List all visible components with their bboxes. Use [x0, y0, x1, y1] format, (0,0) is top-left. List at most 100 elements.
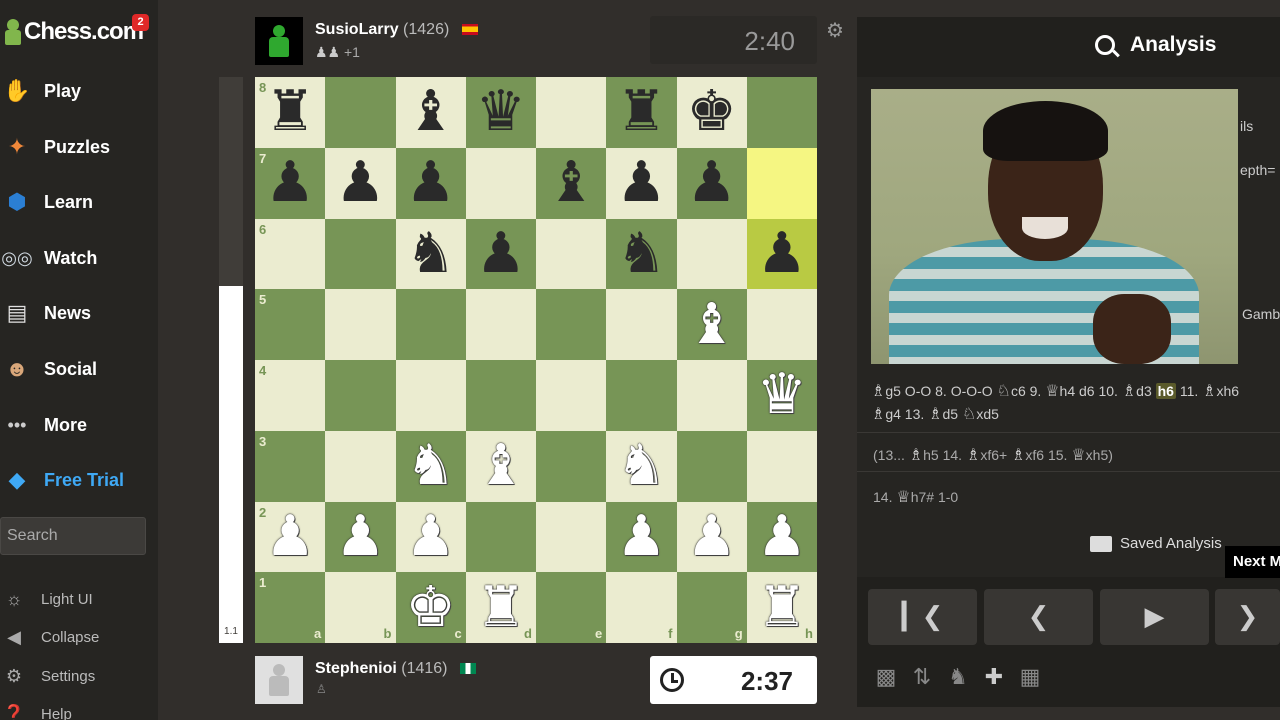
- square-b5[interactable]: [325, 289, 396, 360]
- square-b1[interactable]: b: [325, 572, 396, 643]
- square-d2[interactable]: [465, 501, 536, 573]
- square-b6[interactable]: [325, 218, 396, 290]
- footer-item-light-ui[interactable]: ☼ Light UI: [0, 583, 158, 615]
- play-button[interactable]: ▶: [1100, 589, 1209, 645]
- variation-text[interactable]: (13... ♗h5 14. ♗xf6+ ♗xf6 15. ♕xh5): [873, 445, 1113, 464]
- square-b4[interactable]: [325, 360, 396, 431]
- black-knight-piece[interactable]: ♞: [606, 219, 676, 290]
- black-rook-piece[interactable]: ♜: [606, 77, 676, 148]
- next-move-button[interactable]: ❯: [1215, 589, 1280, 645]
- square-a6[interactable]: 6: [255, 218, 326, 290]
- bottom-player-info[interactable]: Stephenioi (1416): [315, 660, 476, 678]
- square-b2[interactable]: ♟: [325, 501, 396, 573]
- white-pawn-piece[interactable]: ♟: [325, 502, 395, 573]
- square-d4[interactable]: [465, 360, 536, 431]
- white-pawn-piece[interactable]: ♟: [606, 502, 676, 573]
- square-a7[interactable]: 7 ♟: [255, 147, 326, 219]
- footer-item-help[interactable]: ❓ Help: [0, 698, 158, 720]
- square-f4[interactable]: [606, 360, 677, 431]
- sidebar-item-social[interactable]: ☻ Social: [0, 347, 158, 391]
- final-move-text[interactable]: 14. ♕h7# 1-0: [873, 487, 958, 506]
- square-a1[interactable]: 1a: [255, 572, 326, 643]
- square-g6[interactable]: [676, 218, 747, 290]
- white-knight-piece[interactable]: ♞: [396, 431, 466, 502]
- top-player-name[interactable]: SusioLarry: [315, 21, 399, 38]
- square-f8[interactable]: ♜: [606, 77, 677, 148]
- white-queen-piece[interactable]: ♛: [747, 360, 817, 431]
- square-c6[interactable]: ♞: [395, 218, 466, 290]
- black-rook-piece[interactable]: ♜: [255, 77, 325, 148]
- black-pawn-piece[interactable]: ♟: [396, 148, 466, 219]
- square-e6[interactable]: [536, 218, 607, 290]
- black-pawn-piece[interactable]: ♟: [677, 148, 747, 219]
- square-c8[interactable]: ♝: [395, 77, 466, 148]
- add-icon[interactable]: ✚: [981, 665, 1007, 691]
- square-a3[interactable]: 3: [255, 430, 326, 502]
- black-knight-piece[interactable]: ♞: [396, 219, 466, 290]
- square-h8[interactable]: [746, 77, 817, 148]
- square-d3[interactable]: ♝: [465, 430, 536, 502]
- white-king-piece[interactable]: ♚: [396, 572, 466, 643]
- chesscom-logo[interactable]: Chess.com: [4, 14, 144, 50]
- black-queen-piece[interactable]: ♛: [466, 77, 536, 148]
- top-player-info[interactable]: SusioLarry (1426): [315, 21, 478, 39]
- pieces-setup-icon[interactable]: ♞: [945, 665, 971, 691]
- square-c7[interactable]: ♟: [395, 147, 466, 219]
- square-h2[interactable]: ♟: [746, 501, 817, 573]
- top-player-avatar[interactable]: [255, 17, 303, 65]
- square-a8[interactable]: 8 ♜: [255, 77, 326, 148]
- square-e8[interactable]: [536, 77, 607, 148]
- sidebar-item-more[interactable]: ••• More: [0, 403, 158, 447]
- white-pawn-piece[interactable]: ♟: [677, 502, 747, 573]
- white-pawn-piece[interactable]: ♟: [255, 502, 325, 573]
- bottom-player-avatar[interactable]: [255, 656, 303, 704]
- square-d7[interactable]: [465, 147, 536, 219]
- square-c5[interactable]: [395, 289, 466, 360]
- square-h7[interactable]: [746, 147, 817, 219]
- square-g3[interactable]: [676, 430, 747, 502]
- square-f7[interactable]: ♟: [606, 147, 677, 219]
- sidebar-item-news[interactable]: ▤ News: [0, 291, 158, 335]
- footer-item-collapse[interactable]: ◀ Collapse: [0, 621, 158, 653]
- square-c4[interactable]: [395, 360, 466, 431]
- notification-badge[interactable]: 2: [132, 14, 149, 31]
- square-b8[interactable]: [325, 77, 396, 148]
- square-g2[interactable]: ♟: [676, 501, 747, 573]
- square-e3[interactable]: [536, 430, 607, 502]
- square-e1[interactable]: e: [536, 572, 607, 643]
- flip-board-icon[interactable]: ⇅: [909, 665, 935, 691]
- sidebar-item-play[interactable]: ✋ Play: [0, 69, 158, 113]
- square-d8[interactable]: ♛: [465, 77, 536, 148]
- square-f5[interactable]: [606, 289, 677, 360]
- square-g1[interactable]: g: [676, 572, 747, 643]
- square-b7[interactable]: ♟: [325, 147, 396, 219]
- square-e7[interactable]: ♝: [536, 147, 607, 219]
- black-pawn-piece[interactable]: ♟: [255, 148, 325, 219]
- black-pawn-piece[interactable]: ♟: [466, 219, 536, 290]
- square-d6[interactable]: ♟: [465, 218, 536, 290]
- square-f3[interactable]: ♞: [606, 430, 677, 502]
- white-rook-piece[interactable]: ♜: [747, 572, 817, 643]
- first-move-button[interactable]: ▎❮: [868, 589, 977, 645]
- square-g4[interactable]: [676, 360, 747, 431]
- move-list-line-1[interactable]: ♗g5 O-O 8. O-O-O ♘c6 9. ♕h4 d6 10. ♗d3 h…: [871, 381, 1239, 400]
- sidebar-item-free-trial[interactable]: ◆ Free Trial: [0, 458, 158, 502]
- white-pawn-piece[interactable]: ♟: [396, 502, 466, 573]
- square-h1[interactable]: h ♜: [746, 572, 817, 643]
- square-d5[interactable]: [465, 289, 536, 360]
- square-g7[interactable]: ♟: [676, 147, 747, 219]
- square-f6[interactable]: ♞: [606, 218, 677, 290]
- square-h3[interactable]: [746, 430, 817, 502]
- white-rook-piece[interactable]: ♜: [466, 572, 536, 643]
- black-pawn-piece[interactable]: ♟: [747, 219, 817, 290]
- board-settings-gear-icon[interactable]: ⚙: [826, 18, 844, 43]
- square-b3[interactable]: [325, 430, 396, 502]
- square-a5[interactable]: 5: [255, 289, 326, 360]
- square-e4[interactable]: [536, 360, 607, 431]
- white-pawn-piece[interactable]: ♟: [747, 502, 817, 573]
- saved-analysis-button[interactable]: Saved Analysis: [1090, 535, 1222, 552]
- square-f2[interactable]: ♟: [606, 501, 677, 573]
- square-h5[interactable]: [746, 289, 817, 360]
- search-box[interactable]: [0, 517, 146, 555]
- bottom-player-name[interactable]: Stephenioi: [315, 660, 397, 677]
